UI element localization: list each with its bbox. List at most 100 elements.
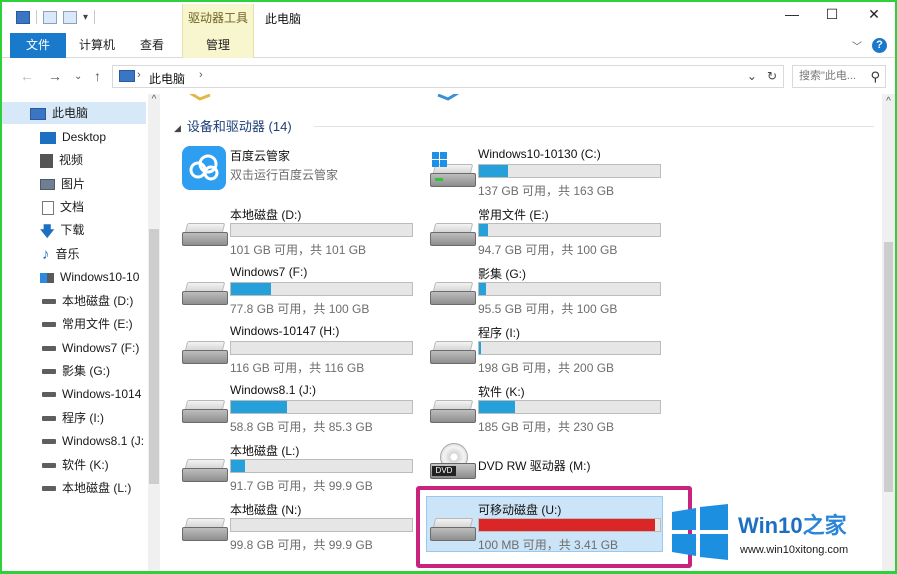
drive-icon xyxy=(42,439,56,445)
nav-item-drive-i[interactable]: 程序 (I:) xyxy=(2,407,104,429)
capacity-text: 137 GB 可用，共 163 GB xyxy=(478,184,615,198)
scrollbar-thumb[interactable] xyxy=(149,229,159,484)
usage-bar xyxy=(230,341,413,355)
breadcrumb[interactable]: 此电脑 xyxy=(149,70,185,87)
drive-icon xyxy=(42,346,56,352)
drive-tile-d[interactable]: 本地磁盘 (D:) 101 GB 可用，共 101 GB xyxy=(178,203,424,259)
tab-manage[interactable]: 管理 xyxy=(182,33,254,58)
usage-bar xyxy=(230,282,413,296)
nav-item-drive-d[interactable]: 本地磁盘 (D:) xyxy=(2,290,133,312)
drive-icon xyxy=(42,369,56,375)
capacity-text: 185 GB 可用，共 230 GB xyxy=(478,420,615,434)
capacity-text: 116 GB 可用，共 116 GB xyxy=(230,361,365,375)
breadcrumb-separator-icon[interactable]: › xyxy=(137,69,141,81)
breadcrumb-chevron-icon[interactable]: › xyxy=(199,69,203,81)
properties-icon[interactable] xyxy=(43,10,57,24)
collapse-arrow-icon[interactable]: ◢ xyxy=(174,123,181,133)
drive-icon xyxy=(430,400,476,426)
nav-item-drive-l[interactable]: 本地磁盘 (L:) xyxy=(2,477,131,499)
download-icon: 🡇 xyxy=(40,222,55,239)
nav-item-desktop[interactable]: Desktop xyxy=(2,126,106,148)
drive-tile-n[interactable]: 本地磁盘 (N:) 99.8 GB 可用，共 99.9 GB xyxy=(178,498,424,554)
close-button[interactable]: ✕ xyxy=(854,4,894,24)
nav-item-music[interactable]: ♪ 音乐 xyxy=(2,243,80,265)
refresh-icon[interactable]: ↻ xyxy=(767,69,777,83)
back-icon[interactable]: ← xyxy=(20,68,34,84)
search-input[interactable]: 搜索"此电... ⚲ xyxy=(792,65,886,88)
ribbon-tabs: 文件 计算机 查看 管理 ﹀ ? xyxy=(2,33,895,58)
document-icon xyxy=(42,200,54,215)
forward-icon[interactable]: → xyxy=(48,68,62,84)
capacity-text: 77.8 GB 可用，共 100 GB xyxy=(230,302,370,316)
windows-logo-icon xyxy=(670,504,730,560)
drive-tile-j[interactable]: Windows8.1 (J:) 58.8 GB 可用，共 85.3 GB xyxy=(178,380,424,436)
section-divider xyxy=(314,126,874,127)
nav-item-drive-g[interactable]: 影集 (G:) xyxy=(2,360,110,382)
usage-bar-fill xyxy=(479,342,481,354)
drive-icon xyxy=(182,223,228,249)
tile-name: 本地磁盘 (D:) xyxy=(230,208,302,222)
scroll-up-icon[interactable]: ^ xyxy=(882,96,895,107)
search-placeholder: 搜索"此电... xyxy=(799,70,857,82)
baidu-cloud-tile[interactable]: 百度云管家 双击运行百度云管家 xyxy=(178,144,424,200)
drive-icon xyxy=(42,299,56,305)
watermark-title: Win10之家 xyxy=(738,513,847,538)
section-title-text: 设备和驱动器 (14) xyxy=(186,119,292,134)
drive-tile-e[interactable]: 常用文件 (E:) 94.7 GB 可用，共 100 GB xyxy=(426,203,672,259)
watermark-url: www.win10xitong.com xyxy=(740,544,849,556)
maximize-button[interactable]: ☐ xyxy=(812,4,852,24)
nav-item-pictures[interactable]: 图片 xyxy=(2,173,85,195)
usage-bar xyxy=(230,459,413,473)
address-bar[interactable]: › 此电脑 › ⌄ ↻ xyxy=(112,65,784,88)
nav-pane-scrollbar[interactable]: ^ xyxy=(148,94,160,571)
nav-item-drive-j[interactable]: Windows8.1 (J: xyxy=(2,430,148,452)
help-icon[interactable]: ? xyxy=(872,38,887,53)
drive-tile-c[interactable]: Windows10-10130 (C:) 137 GB 可用，共 163 GB xyxy=(426,144,672,200)
tile-name: 软件 (K:) xyxy=(478,385,525,399)
drive-tile-g[interactable]: 影集 (G:) 95.5 GB 可用，共 100 GB xyxy=(426,262,672,318)
tab-file[interactable]: 文件 xyxy=(10,33,66,58)
nav-item-drive-c[interactable]: Windows10-10 xyxy=(2,266,148,288)
nav-item-this-pc[interactable]: 此电脑 xyxy=(2,102,146,124)
title-bar: ▾ 驱动器工具 此电脑 — ☐ ✕ xyxy=(2,2,895,33)
minimize-button[interactable]: — xyxy=(772,4,812,24)
drive-tile-i[interactable]: 程序 (I:) 198 GB 可用，共 200 GB xyxy=(426,321,672,377)
new-folder-icon[interactable] xyxy=(63,10,77,24)
tile-name: 本地磁盘 (N:) xyxy=(230,503,302,517)
tile-subtitle: 双击运行百度云管家 xyxy=(230,168,339,182)
nav-item-drive-e[interactable]: 常用文件 (E:) xyxy=(2,313,133,335)
expand-ribbon-icon[interactable]: ﹀ xyxy=(852,38,862,53)
dvd-drive-icon: DVD xyxy=(430,443,476,489)
nav-item-videos[interactable]: 视频 xyxy=(2,149,83,171)
tab-view[interactable]: 查看 xyxy=(128,33,176,58)
partial-folder-icon xyxy=(436,94,466,102)
scroll-up-icon[interactable]: ^ xyxy=(148,94,160,105)
nav-item-drive-k[interactable]: 软件 (K:) xyxy=(2,454,109,476)
nav-item-downloads[interactable]: 🡇 下载 xyxy=(2,219,84,241)
navigation-bar: ← → ⌄ ↑ › 此电脑 › ⌄ ↻ 搜索"此电... ⚲ xyxy=(2,62,895,92)
tile-name: 百度云管家 xyxy=(230,149,291,163)
music-icon: ♪ xyxy=(42,245,50,263)
drive-tile-l[interactable]: 本地磁盘 (L:) 91.7 GB 可用，共 99.9 GB xyxy=(178,439,424,495)
computer-icon[interactable] xyxy=(16,10,30,24)
quick-access-toolbar: ▾ xyxy=(16,10,96,24)
tab-computer[interactable]: 计算机 xyxy=(70,33,124,58)
customize-dropdown-icon[interactable]: ▾ xyxy=(83,12,88,23)
usage-bar-fill xyxy=(479,165,508,177)
recent-locations-icon[interactable]: ⌄ xyxy=(74,71,82,82)
nav-item-drive-f[interactable]: Windows7 (F:) xyxy=(2,337,139,359)
capacity-text: 91.7 GB 可用，共 99.9 GB xyxy=(230,479,373,493)
section-header[interactable]: ◢ 设备和驱动器 (14) xyxy=(174,116,292,135)
tile-name: 影集 (G:) xyxy=(478,267,526,281)
drive-tile-f[interactable]: Windows7 (F:) 77.8 GB 可用，共 100 GB xyxy=(178,262,424,318)
nav-item-drive-h[interactable]: Windows-1014 xyxy=(2,383,148,405)
pc-icon xyxy=(30,107,46,120)
drive-tile-h[interactable]: Windows-10147 (H:) 116 GB 可用，共 116 GB xyxy=(178,321,424,377)
scrollbar-thumb[interactable] xyxy=(884,242,893,492)
address-dropdown-icon[interactable]: ⌄ xyxy=(747,69,757,83)
up-icon[interactable]: ↑ xyxy=(94,68,101,84)
drive-icon xyxy=(182,400,228,426)
nav-item-documents[interactable]: 文档 xyxy=(2,196,84,218)
drive-tile-k[interactable]: 软件 (K:) 185 GB 可用，共 230 GB xyxy=(426,380,672,436)
drive-icon xyxy=(182,341,228,367)
